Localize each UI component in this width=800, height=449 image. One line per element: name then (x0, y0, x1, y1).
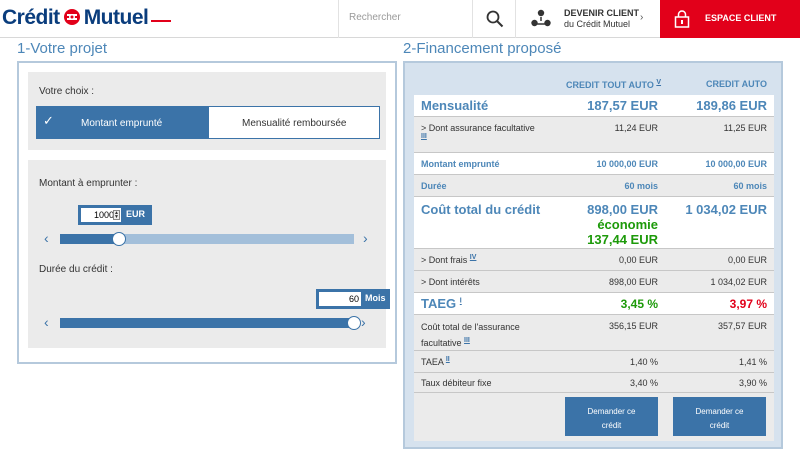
demander-credit-tout-auto-button[interactable]: Demander ce crédit (565, 397, 658, 436)
amount-value-box: ▲▼ EUR (78, 205, 152, 225)
row-assurance: > Dont assurance facultative III 11,24 EU… (414, 117, 774, 153)
financement-panel: CREDIT TOUT AUTO V CREDIT AUTO Mensualit… (403, 61, 783, 449)
duration-slider-track[interactable] (60, 318, 354, 328)
amount-increase-arrow[interactable]: › (363, 230, 368, 246)
choice-toggle: ✓ Montant emprunté Mensualité remboursée (36, 106, 380, 139)
col-header-credit-tout-auto: CREDIT TOUT AUTO V (566, 79, 662, 90)
row-cout-total: Coût total du crédit 898,00 EUR économie… (414, 197, 774, 249)
row-montant: Montant emprunté 10 000,00 EUR 10 000,00… (414, 153, 774, 175)
financement-title: 2-Financement proposé (403, 40, 562, 57)
logo-underline (151, 20, 172, 22)
check-icon: ✓ (43, 113, 54, 128)
duration-decrease-arrow[interactable]: ‹ (44, 314, 49, 330)
people-icon (531, 9, 551, 27)
row-taeg: TAEG I 3,45 % 3,97 % (414, 293, 774, 315)
amount-slider-track[interactable] (60, 234, 354, 244)
choice-box: Votre choix : ✓ Montant emprunté Mensual… (28, 72, 386, 150)
lock-icon (674, 10, 690, 28)
economie-value: 137,44 EUR (587, 232, 658, 247)
duration-slider-handle[interactable] (347, 316, 361, 330)
projet-title: 1-Votre projet (17, 40, 108, 57)
amount-spinner-icon[interactable]: ▲ ▼ (113, 210, 120, 220)
amount-slider-fill (60, 234, 119, 244)
credit-mutuel-logo[interactable]: Crédit Mutuel (2, 6, 172, 30)
search-input[interactable]: Rechercher (338, 0, 472, 38)
projet-panel: Votre choix : ✓ Montant emprunté Mensual… (17, 61, 397, 364)
devenir-client-link[interactable]: DEVENIR CLIENT du Crédit Mutuel › (516, 0, 660, 38)
row-taux: Taux débiteur fixe 3,40 % 3,90 % (414, 373, 774, 393)
search-icon (486, 10, 504, 28)
row-taea: TAEA II 1,40 % 1,41 % (414, 351, 774, 373)
duration-value-box: Mois (316, 289, 390, 309)
row-duree: Durée 60 mois 60 mois (414, 175, 774, 197)
chevron-right-icon: › (640, 12, 644, 23)
demander-credit-auto-button[interactable]: Demander ce crédit (673, 397, 766, 436)
option-montant-emprunte[interactable]: ✓ Montant emprunté (37, 107, 209, 138)
economie-label: économie (597, 217, 658, 232)
duration-slider-fill (60, 318, 354, 328)
option-mensualite-remboursee[interactable]: Mensualité remboursée (209, 107, 379, 138)
row-mensualite: Mensualité 187,57 EUR 189,86 EUR (414, 95, 774, 117)
site-header: Crédit Mutuel Rechercher DEVENIR CLIENT d… (0, 0, 800, 38)
logo-mark-icon (61, 8, 83, 26)
search-button[interactable] (472, 0, 516, 38)
duration-input[interactable] (319, 292, 361, 306)
amount-decrease-arrow[interactable]: ‹ (44, 230, 49, 246)
espace-client-button[interactable]: ESPACE CLIENT (660, 0, 800, 38)
sliders-box: Montant à emprunter : ▲▼ EUR ‹ › Durée d… (28, 160, 390, 348)
row-frais: > Dont frais IV 0,00 EUR 0,00 EUR (414, 249, 774, 271)
amount-slider-handle[interactable] (112, 232, 126, 246)
row-interets: > Dont intérêts 898,00 EUR 1 034,02 EUR (414, 271, 774, 293)
col-header-credit-auto: CREDIT AUTO (705, 79, 767, 89)
duration-increase-arrow[interactable]: › (361, 314, 366, 330)
row-cout-assurance: Coût total de l'assurance facultative III… (414, 315, 774, 351)
